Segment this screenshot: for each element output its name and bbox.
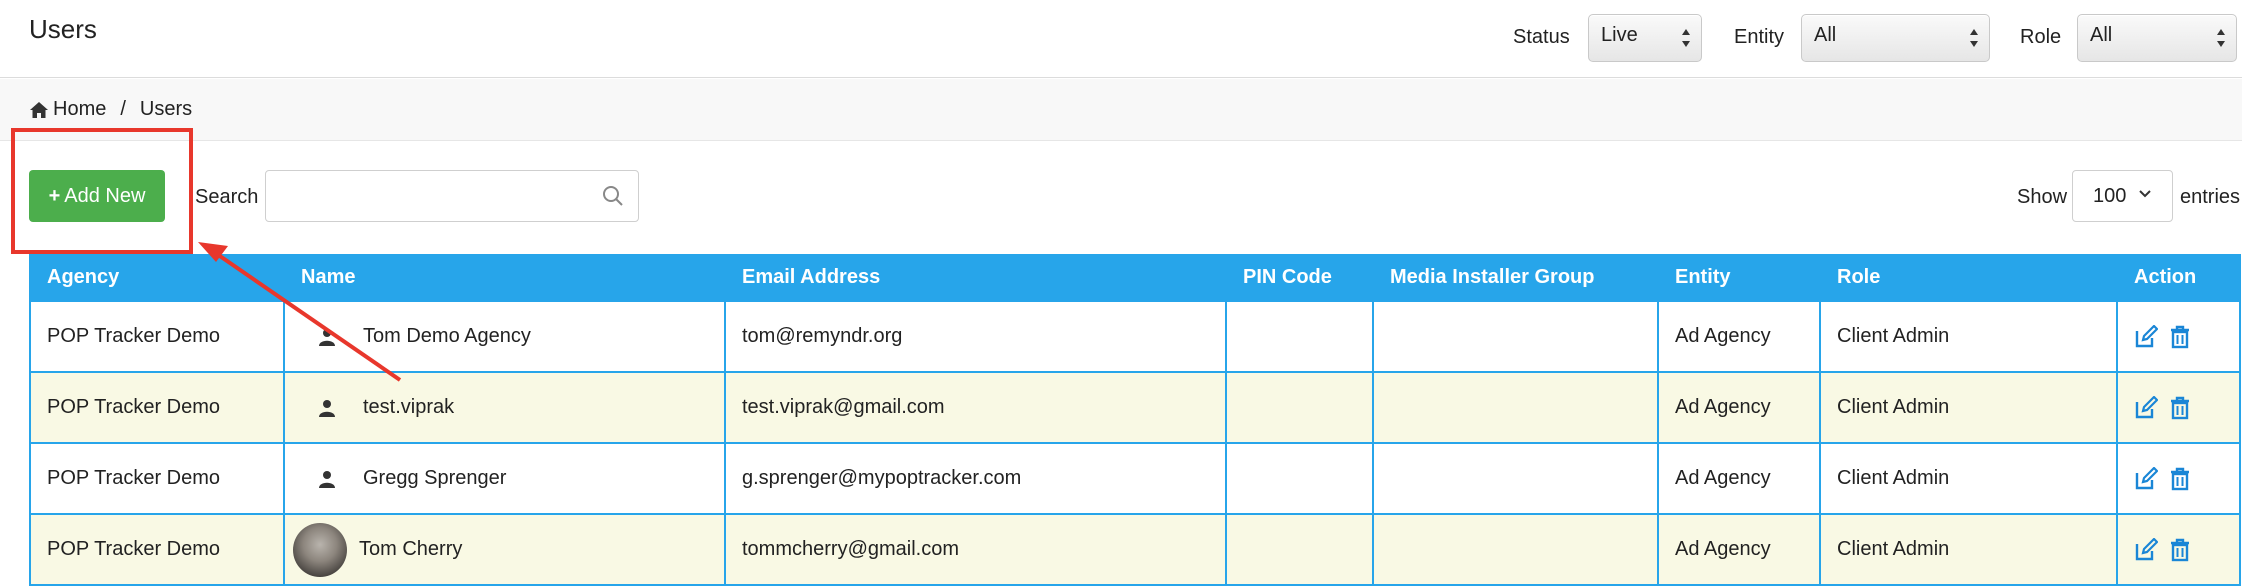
edit-icon[interactable]	[2134, 466, 2158, 491]
show-label: Show	[2017, 186, 2068, 208]
entity-cell: Ad Agency	[1657, 300, 1821, 373]
add-new-button[interactable]: + Add New	[29, 170, 165, 222]
action-cell	[2116, 513, 2241, 586]
entries-label: entries	[2180, 186, 2241, 208]
table-row: POP Tracker Demo Tom Demo Agency tom@rem…	[29, 300, 2241, 373]
user-name: test.viprak	[363, 396, 455, 418]
entries-per-page-value: 100	[2093, 185, 2127, 207]
pin-cell	[1225, 442, 1374, 515]
column-header-name[interactable]: Name	[283, 254, 726, 301]
action-cell	[2116, 371, 2241, 444]
user-name: Tom Cherry	[359, 538, 463, 560]
plus-icon: +	[48, 184, 61, 207]
user-icon	[319, 470, 335, 488]
column-header-action: Action	[2116, 254, 2241, 301]
breadcrumb: Home / Users	[29, 98, 192, 121]
table-row: POP Tracker Demo test.viprak test.viprak…	[29, 371, 2241, 444]
user-name: Tom Demo Agency	[363, 325, 531, 347]
email-cell: tom@remyndr.org	[724, 300, 1227, 373]
role-cell: Client Admin	[1819, 442, 2118, 515]
entries-per-page-select[interactable]: 100	[2072, 170, 2173, 222]
group-cell	[1372, 513, 1659, 586]
delete-icon[interactable]	[2168, 325, 2192, 349]
edit-icon[interactable]	[2134, 537, 2158, 562]
avatar	[293, 522, 347, 577]
group-cell	[1372, 300, 1659, 373]
status-select-value: Live	[1601, 24, 1638, 46]
role-cell: Client Admin	[1819, 300, 2118, 373]
entity-select[interactable]: All	[1801, 14, 1990, 62]
user-name: Gregg Sprenger	[363, 467, 507, 489]
table-header-row: Agency Name Email Address PIN Code Media…	[29, 254, 2241, 301]
email-cell: tommcherry@gmail.com	[724, 513, 1227, 586]
add-new-label: Add New	[64, 184, 146, 207]
select-arrows-icon	[1970, 29, 1978, 47]
user-icon	[319, 399, 335, 417]
column-header-email[interactable]: Email Address	[724, 254, 1227, 301]
top-bar: Users Status Live Entity All Role All	[0, 0, 2242, 78]
entity-select-value: All	[1814, 24, 1837, 46]
page-title: Users	[29, 14, 97, 44]
column-header-agency[interactable]: Agency	[29, 254, 285, 301]
breadcrumb-current: Users	[139, 98, 193, 120]
breadcrumb-home-link[interactable]: Home	[53, 98, 106, 121]
select-arrows-icon	[2217, 29, 2225, 47]
delete-icon[interactable]	[2168, 467, 2192, 491]
role-select-value: All	[2090, 24, 2113, 46]
action-cell	[2116, 300, 2241, 373]
role-filter-label: Role	[2020, 26, 2062, 48]
pin-cell	[1225, 300, 1374, 373]
entity-cell: Ad Agency	[1657, 442, 1821, 515]
group-cell	[1372, 371, 1659, 444]
search-icon	[603, 186, 623, 206]
search-label: Search	[195, 186, 259, 208]
entity-filter-label: Entity	[1734, 26, 1785, 48]
select-arrows-icon	[1682, 29, 1690, 47]
pin-cell	[1225, 371, 1374, 444]
action-cell	[2116, 442, 2241, 515]
entity-cell: Ad Agency	[1657, 513, 1821, 586]
breadcrumb-separator: /	[120, 98, 126, 120]
edit-icon[interactable]	[2134, 324, 2158, 349]
agency-cell: POP Tracker Demo	[29, 371, 285, 444]
user-icon	[319, 328, 335, 346]
email-cell: test.viprak@gmail.com	[724, 371, 1227, 444]
status-select[interactable]: Live	[1588, 14, 1702, 62]
column-header-pin-code[interactable]: PIN Code	[1225, 254, 1374, 301]
delete-icon[interactable]	[2168, 538, 2192, 562]
table-row: POP Tracker Demo Gregg Sprenger g.spreng…	[29, 442, 2241, 515]
role-cell: Client Admin	[1819, 371, 2118, 444]
column-header-role[interactable]: Role	[1819, 254, 2118, 301]
group-cell	[1372, 442, 1659, 515]
delete-icon[interactable]	[2168, 396, 2192, 420]
pin-cell	[1225, 513, 1374, 586]
name-cell: Tom Cherry	[283, 513, 726, 586]
search-input[interactable]	[265, 170, 639, 222]
email-cell: g.sprenger@mypoptracker.com	[724, 442, 1227, 515]
table-row: POP Tracker Demo Tom Cherry tommcherry@g…	[29, 513, 2241, 586]
entity-cell: Ad Agency	[1657, 371, 1821, 444]
home-icon	[30, 101, 48, 118]
agency-cell: POP Tracker Demo	[29, 300, 285, 373]
name-cell: Gregg Sprenger	[283, 442, 726, 515]
breadcrumb-bar: Home / Users	[0, 79, 2242, 141]
status-filter-label: Status	[1513, 26, 1570, 48]
column-header-entity[interactable]: Entity	[1657, 254, 1821, 301]
users-table: Agency Name Email Address PIN Code Media…	[29, 254, 2241, 586]
edit-icon[interactable]	[2134, 395, 2158, 420]
column-header-media-installer-group[interactable]: Media Installer Group	[1372, 254, 1659, 301]
agency-cell: POP Tracker Demo	[29, 442, 285, 515]
name-cell: Tom Demo Agency	[283, 300, 726, 373]
role-select[interactable]: All	[2077, 14, 2237, 62]
name-cell: test.viprak	[283, 371, 726, 444]
chevron-down-icon	[2139, 190, 2151, 198]
role-cell: Client Admin	[1819, 513, 2118, 586]
agency-cell: POP Tracker Demo	[29, 513, 285, 586]
